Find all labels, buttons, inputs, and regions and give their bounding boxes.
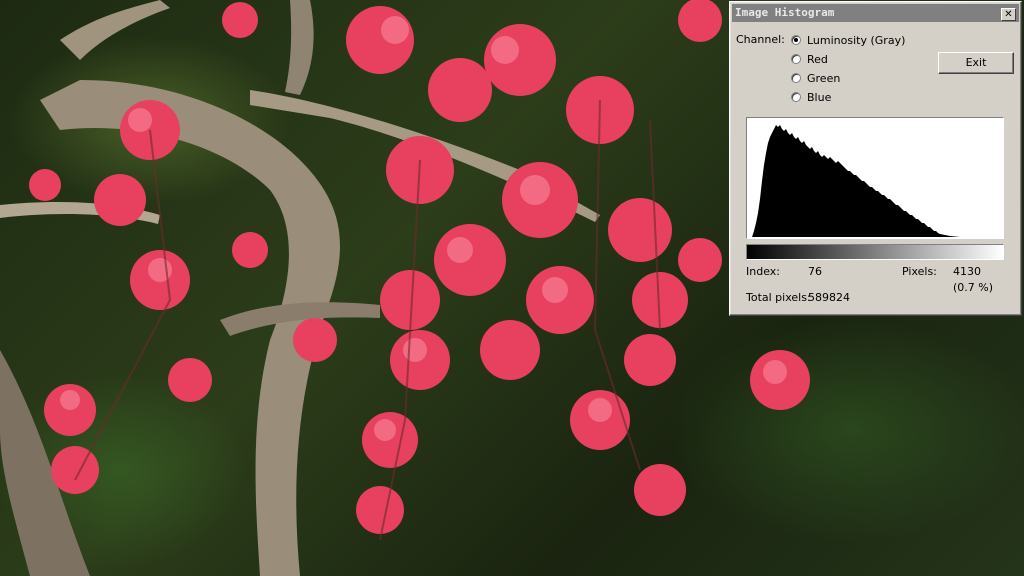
radio-unchecked-icon[interactable] [791, 73, 801, 83]
radio-checked-icon[interactable] [791, 35, 801, 45]
histogram-plot[interactable] [746, 117, 1004, 239]
histogram-window: Image Histogram ✕ Channel: Luminosity (G… [729, 1, 1022, 316]
radio-red[interactable]: Red [791, 52, 828, 66]
pixels-label: Pixels: [902, 265, 937, 278]
radio-blue-label: Blue [807, 90, 832, 104]
total-pixels-label: Total pixels: [746, 291, 811, 304]
index-label: Index: [746, 265, 780, 278]
radio-blue[interactable]: Blue [791, 90, 831, 104]
radio-luminosity-label: Luminosity (Gray) [807, 33, 906, 47]
histogram-shape [752, 125, 960, 237]
window-title: Image Histogram [735, 6, 835, 19]
radio-green-label: Green [807, 71, 841, 85]
close-button[interactable]: ✕ [1001, 8, 1016, 21]
radio-green[interactable]: Green [791, 71, 840, 85]
channel-label: Channel: [736, 33, 785, 46]
radio-unchecked-icon[interactable] [791, 54, 801, 64]
radio-luminosity[interactable]: Luminosity (Gray) [791, 33, 905, 47]
window-titlebar[interactable]: Image Histogram ✕ [732, 4, 1019, 22]
luminosity-gradient-bar [746, 244, 1004, 260]
pixels-value: 4130 [953, 265, 981, 278]
exit-button[interactable]: Exit [938, 52, 1014, 74]
close-icon: ✕ [1004, 9, 1013, 20]
histogram-area [752, 125, 960, 237]
pixels-percent: (0.7 %) [953, 281, 994, 294]
radio-red-label: Red [807, 52, 828, 66]
total-pixels-value: 589824 [808, 291, 850, 304]
index-value: 76 [808, 265, 822, 278]
radio-unchecked-icon[interactable] [791, 92, 801, 102]
